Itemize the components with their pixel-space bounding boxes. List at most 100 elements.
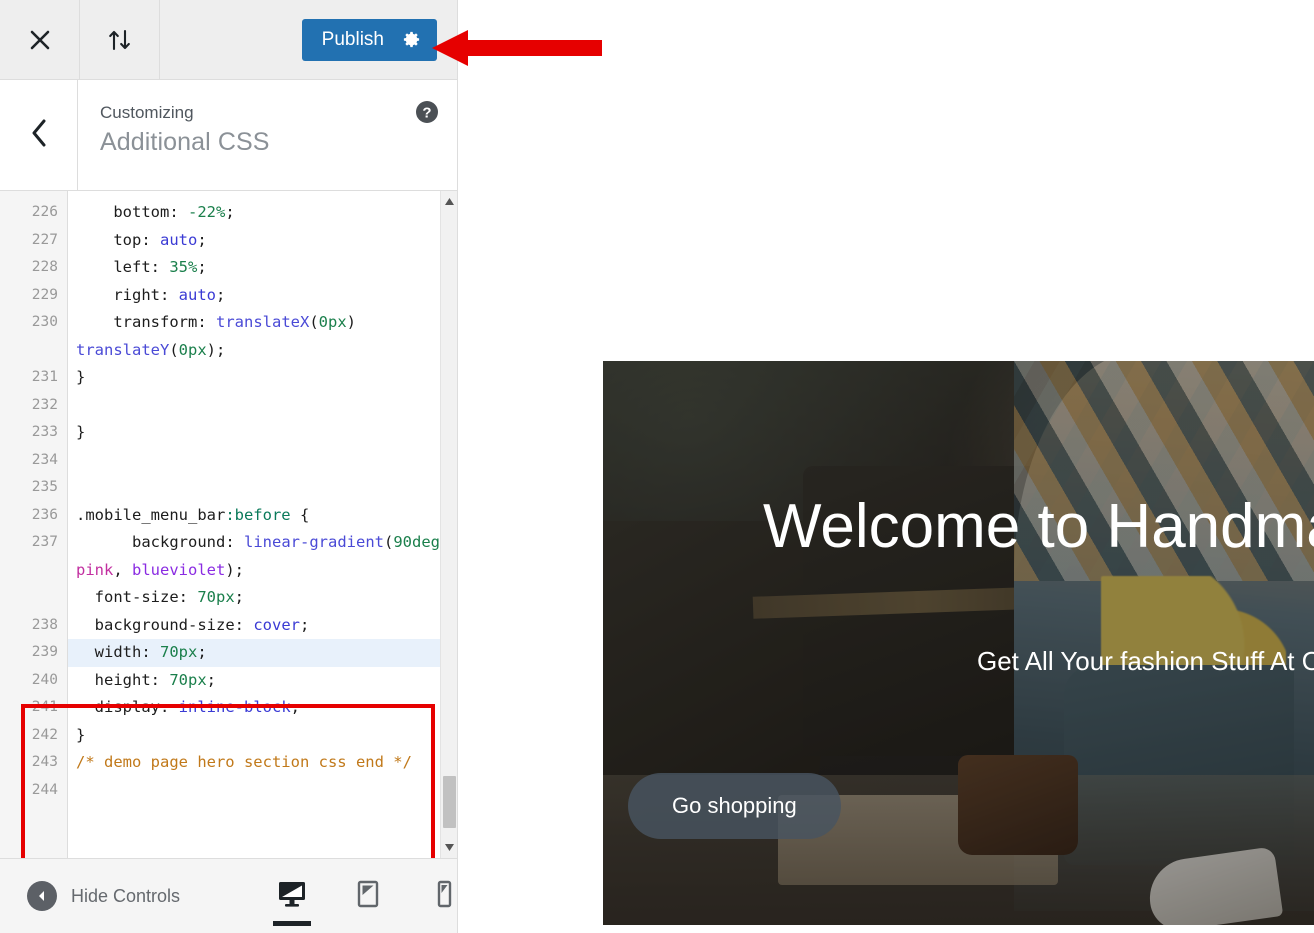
line-number: 241 bbox=[31, 699, 58, 715]
line-number: 238 bbox=[31, 616, 58, 633]
code-content[interactable]: bottom: -22%; top: auto; left: 35%; righ… bbox=[68, 191, 457, 858]
page-title: Additional CSS bbox=[100, 128, 270, 157]
device-desktop-button[interactable] bbox=[268, 859, 316, 933]
code-token: ; bbox=[225, 203, 235, 221]
code-token: 0px bbox=[318, 313, 347, 331]
back-button[interactable] bbox=[0, 80, 78, 190]
code-token: ; bbox=[197, 258, 207, 276]
chevron-left-icon bbox=[29, 118, 49, 153]
code-line[interactable]: top: auto; bbox=[76, 227, 457, 255]
code-token: transform bbox=[113, 313, 198, 331]
code-line[interactable]: } bbox=[76, 722, 457, 750]
code-line[interactable]: background-size: cover; bbox=[76, 612, 457, 640]
scroll-down-arrow-icon[interactable] bbox=[441, 839, 457, 856]
code-token: : bbox=[178, 588, 198, 606]
scrollbar-thumb[interactable] bbox=[443, 776, 456, 828]
code-line[interactable]: left: 35%; bbox=[76, 254, 457, 282]
code-token: : bbox=[234, 615, 254, 634]
line-number: 237 bbox=[31, 534, 58, 550]
code-token: : bbox=[225, 533, 244, 551]
additional-css-editor[interactable]: 226 227 228 229 230. 231 232 233 234 235 236 237.. 2… bbox=[0, 191, 457, 858]
code-token: : bbox=[150, 670, 170, 689]
code-line[interactable]: width: 70px; bbox=[68, 639, 457, 667]
go-shopping-button[interactable]: Go shopping bbox=[628, 773, 841, 839]
code-line[interactable] bbox=[76, 474, 457, 502]
code-token: ; bbox=[206, 670, 217, 689]
code-token: : bbox=[150, 258, 170, 276]
question-mark-help-icon: ? bbox=[415, 101, 439, 128]
code-line[interactable]: .mobile_menu_bar:before { bbox=[76, 502, 457, 530]
publish-button[interactable]: Publish bbox=[301, 18, 437, 61]
close-customizer-button[interactable] bbox=[0, 0, 80, 79]
code-token: : bbox=[197, 313, 216, 331]
code-token: cover bbox=[253, 615, 300, 634]
code-line[interactable]: bottom: -22%; bbox=[76, 199, 457, 227]
code-token: : bbox=[160, 698, 179, 716]
up-down-arrows-icon bbox=[105, 28, 135, 52]
line-number: 240 bbox=[31, 671, 58, 688]
code-token: font-size bbox=[94, 588, 179, 606]
code-line[interactable]: background: linear-gradient(90deg, pink,… bbox=[76, 529, 457, 584]
code-line[interactable]: display: inline-block; bbox=[76, 694, 457, 722]
code-token: ( bbox=[169, 340, 179, 359]
code-token: , bbox=[113, 560, 132, 579]
code-token: 0px bbox=[178, 340, 207, 359]
code-line[interactable]: } bbox=[76, 419, 457, 447]
line-number-wrap-filler: . bbox=[0, 557, 58, 585]
code-token: 70px bbox=[169, 670, 207, 689]
line-number: 229 bbox=[31, 286, 58, 303]
help-button[interactable]: ? bbox=[415, 100, 439, 124]
code-token: pink bbox=[76, 560, 114, 579]
scroll-up-arrow-icon[interactable] bbox=[441, 193, 457, 210]
hide-controls-button[interactable]: Hide Controls bbox=[0, 881, 180, 911]
desktop-monitor-icon bbox=[277, 880, 307, 913]
publish-button-label: Publish bbox=[321, 28, 384, 50]
code-area[interactable]: 226 227 228 229 230. 231 232 233 234 235 236 237.. 2… bbox=[0, 191, 457, 858]
code-token: : bbox=[141, 643, 161, 661]
code-line[interactable]: font-size: 70px; bbox=[76, 584, 457, 612]
line-number: 227 bbox=[31, 231, 58, 248]
code-token: 90deg bbox=[393, 533, 440, 551]
code-token: width bbox=[94, 643, 142, 661]
line-number: 242 bbox=[31, 726, 58, 743]
close-x-icon bbox=[29, 29, 51, 51]
editor-scrollbar[interactable] bbox=[440, 191, 457, 858]
code-token: background-size bbox=[94, 615, 235, 634]
code-line[interactable] bbox=[76, 392, 457, 420]
site-preview-frame[interactable]: Welcome to Handmade Get All Your fashion… bbox=[458, 0, 1314, 933]
code-line[interactable] bbox=[76, 447, 457, 475]
gear-icon[interactable] bbox=[402, 30, 421, 49]
line-number: 244 bbox=[31, 781, 58, 798]
code-line[interactable]: /* demo page hero section css end */ bbox=[76, 749, 457, 777]
section-titles: Customizing Additional CSS ? bbox=[78, 80, 457, 190]
code-token: translateY bbox=[76, 340, 170, 359]
device-tablet-button[interactable] bbox=[344, 859, 392, 933]
code-token: inline-block bbox=[178, 698, 291, 716]
code-token: 35% bbox=[169, 258, 198, 276]
code-token: 70px bbox=[197, 588, 235, 606]
line-number: 230 bbox=[31, 314, 58, 330]
code-line[interactable]: right: auto; bbox=[76, 282, 457, 310]
code-token: background bbox=[132, 533, 226, 551]
line-number: 228 bbox=[31, 259, 58, 275]
collapse-left-arrow-icon bbox=[27, 881, 57, 911]
line-number: 236 bbox=[31, 506, 58, 523]
code-line[interactable]: height: 70px; bbox=[76, 667, 457, 695]
code-token: : bbox=[160, 285, 179, 304]
code-line[interactable]: } bbox=[76, 364, 457, 392]
changeset-toggle-button[interactable] bbox=[80, 0, 160, 79]
customizer-footer: Hide Controls bbox=[0, 858, 457, 933]
code-token: linear-gradient bbox=[244, 533, 384, 551]
code-token: ; bbox=[290, 698, 300, 716]
code-token: translateX bbox=[216, 313, 310, 331]
code-line[interactable]: transform: translateX(0px) translateY(0p… bbox=[76, 309, 457, 364]
